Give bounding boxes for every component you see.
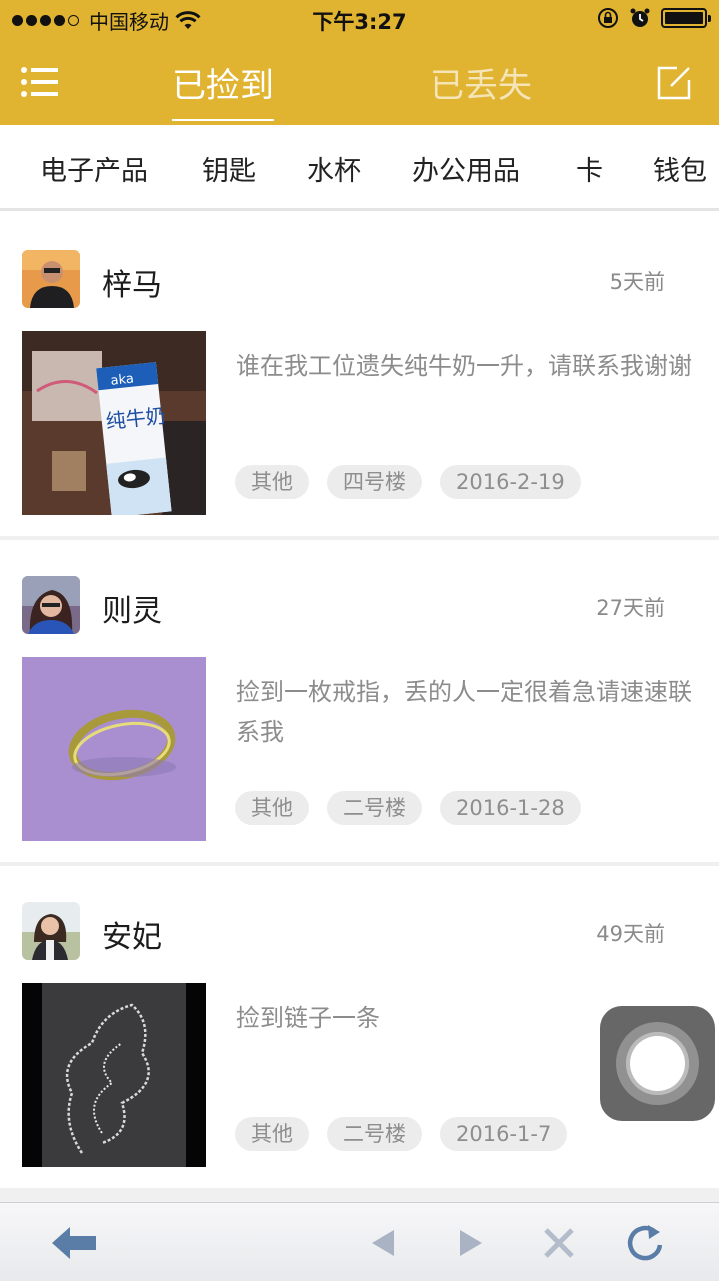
category-electronics[interactable]: 电子产品 [40,149,148,188]
category-cups[interactable]: 水杯 [307,149,361,188]
tag-location: 二号楼 [327,1117,422,1151]
close-icon[interactable] [538,1223,582,1263]
tag-category: 其他 [235,1117,309,1151]
post-description: 谁在我工位遗失纯牛奶一升，请联系我谢谢 [236,352,692,380]
post-card[interactable]: 则灵 27天前 捡到一枚戒指，丢的人一定很着急请速速联系我 其他 二号楼 201… [0,540,719,862]
post-time: 49天前 [596,922,665,946]
alarm-icon [630,8,650,27]
tag-location: 二号楼 [327,791,422,825]
category-office[interactable]: 办公用品 [412,149,520,188]
browser-toolbar [0,1202,719,1281]
avatar[interactable] [22,250,80,308]
list-menu-icon[interactable] [20,64,60,100]
tag-date: 2016-2-19 [440,465,581,499]
post-time: 5天前 [609,270,665,294]
avatar[interactable] [22,576,80,634]
item-photo[interactable]: aka 纯牛奶 [22,331,206,515]
user-name: 安妃 [102,920,162,955]
post-time: 27天前 [596,596,665,620]
assistive-touch-core [626,1032,689,1095]
assistive-touch-button[interactable] [600,1006,715,1121]
user-name: 则灵 [102,594,162,629]
tab-found[interactable]: 已捡到 [172,58,274,121]
user-name: 梓马 [102,268,162,303]
svg-text:aka: aka [110,372,135,389]
top-nav: 已捡到 已丢失 [0,40,719,125]
tag-date: 2016-1-7 [440,1117,568,1151]
app-header: 中国移动 下午3:27 已捡到 已丢失 [0,0,719,125]
tag-list: 其他 二号楼 2016-1-28 [235,791,581,825]
category-bar: 电子产品 钥匙 水杯 办公用品 卡 钱包 [0,125,719,211]
prev-icon[interactable] [366,1223,410,1263]
status-right [597,7,711,29]
tag-category: 其他 [235,465,309,499]
status-bar: 中国移动 下午3:27 [0,0,719,40]
category-wallet[interactable]: 钱包 [653,149,707,188]
tag-location: 四号楼 [327,465,422,499]
category-cards[interactable]: 卡 [576,149,603,188]
refresh-icon[interactable] [624,1223,668,1263]
post-card[interactable]: 梓马 5天前 aka 纯牛奶 谁在我工位遗失纯牛奶一升，请联系我谢谢 其他 四号… [0,214,719,536]
category-keys[interactable]: 钥匙 [202,149,256,188]
item-photo[interactable] [22,983,206,1167]
next-icon[interactable] [448,1223,492,1263]
avatar[interactable] [22,902,80,960]
item-photo[interactable] [22,657,206,841]
back-arrow-icon[interactable] [50,1223,98,1263]
tag-list: 其他 二号楼 2016-1-7 [235,1117,568,1151]
tag-date: 2016-1-28 [440,791,581,825]
battery-icon [661,8,711,28]
tab-lost[interactable]: 已丢失 [430,58,532,107]
tag-category: 其他 [235,791,309,825]
compose-icon[interactable] [655,64,693,102]
rotation-lock-icon [598,8,618,28]
post-description: 捡到一枚戒指，丢的人一定很着急请速速联系我 [236,678,692,746]
tag-list: 其他 四号楼 2016-2-19 [235,465,581,499]
